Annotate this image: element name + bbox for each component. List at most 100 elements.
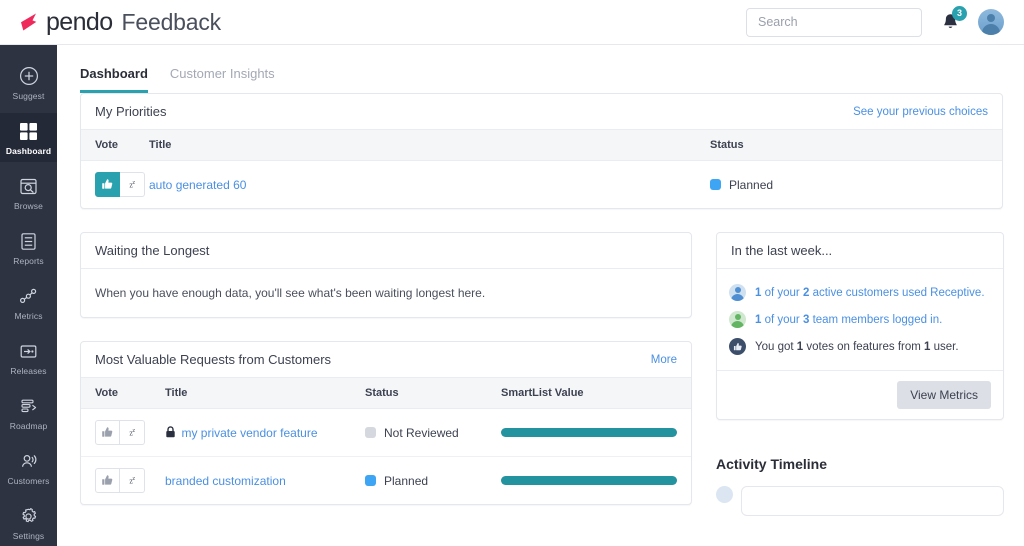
sidebar-label-customers: Customers <box>7 476 50 486</box>
smartlist-cell <box>501 408 691 457</box>
col-status: Status <box>710 130 1002 161</box>
search-input[interactable] <box>758 15 919 29</box>
sidebar-label-roadmap: Roadmap <box>9 421 48 431</box>
smartlist-bar <box>501 476 677 485</box>
tab-dashboard[interactable]: Dashboard <box>80 66 148 93</box>
plus-circle-icon <box>18 65 40 87</box>
sidebar-label-reports: Reports <box>13 256 44 266</box>
tab-bar: Dashboard Customer Insights <box>57 45 1024 93</box>
list-item[interactable]: 1 of your 3 team members logged in. <box>729 306 991 333</box>
sidebar-item-browse[interactable]: Browse <box>0 168 57 217</box>
lock-icon <box>166 425 175 437</box>
snooze-button[interactable]: zz <box>120 468 145 493</box>
sidebar-label-suggest: Suggest <box>12 91 45 101</box>
tab-customer-insights[interactable]: Customer Insights <box>170 66 275 93</box>
sidebar-item-releases[interactable]: Releases <box>0 333 57 382</box>
see-previous-choices-link[interactable]: See your previous choices <box>853 106 988 118</box>
sidebar-item-reports[interactable]: Reports <box>0 223 57 272</box>
snooze-button[interactable]: zz <box>120 420 145 445</box>
sidebar-item-settings[interactable]: Settings <box>0 498 57 546</box>
report-list-icon <box>18 230 40 252</box>
snooze-icon: zz <box>129 475 135 486</box>
thumbs-up-icon <box>102 427 113 437</box>
timeline-card[interactable] <box>741 486 1004 516</box>
list-item[interactable]: 1 of your 2 active customers used Recept… <box>729 279 991 306</box>
thumbs-up-icon <box>102 179 113 189</box>
status-dot <box>710 179 721 190</box>
sidebar-item-customers[interactable]: Customers <box>0 443 57 492</box>
metrics-graph-icon <box>18 285 40 307</box>
thumbs-up-circle-icon <box>729 338 746 355</box>
request-title-link[interactable]: auto generated 60 <box>149 178 246 192</box>
smartlist-bar <box>501 428 677 437</box>
product-name: Feedback <box>121 8 222 35</box>
user-avatar-icon <box>978 9 1004 35</box>
main-content: Dashboard Customer Insights My Prioritie… <box>57 45 1024 546</box>
sidebar-item-roadmap[interactable]: Roadmap <box>0 388 57 437</box>
waiting-longest-empty-message: When you have enough data, you'll see wh… <box>95 286 486 300</box>
most-valuable-card: Most Valuable Requests from Customers Mo… <box>80 341 692 505</box>
waiting-longest-card: Waiting the Longest When you have enough… <box>80 232 692 318</box>
view-metrics-button[interactable]: View Metrics <box>897 381 991 409</box>
last-week-footer: View Metrics <box>717 370 1003 419</box>
request-title-link[interactable]: branded customization <box>165 474 286 488</box>
status-label: Planned <box>729 177 774 192</box>
thumbs-up-icon <box>102 475 113 485</box>
waiting-longest-header: Waiting the Longest <box>81 233 691 269</box>
sidebar-label-releases: Releases <box>10 366 47 376</box>
grid-icon <box>18 120 40 142</box>
last-week-text-2: You got 1 votes on features from 1 user. <box>755 340 959 353</box>
col-title: Title <box>149 130 710 161</box>
content-area: My Priorities See your previous choices … <box>57 93 1024 516</box>
vote-cell: zz <box>81 408 165 457</box>
sidebar-item-dashboard[interactable]: Dashboard <box>0 113 57 162</box>
most-valuable-title: Most Valuable Requests from Customers <box>95 352 332 367</box>
my-priorities-card: My Priorities See your previous choices … <box>80 93 1003 209</box>
sidebar-label-dashboard: Dashboard <box>5 146 52 156</box>
col-vote: Vote <box>81 130 149 161</box>
sidebar: Suggest Dashboard Browse Reports Metrics… <box>0 45 57 546</box>
activity-timeline-title: Activity Timeline <box>716 456 828 472</box>
brand[interactable]: pendo Feedback <box>21 7 222 36</box>
status-label: Not Reviewed <box>384 425 459 440</box>
col-vote: Vote <box>81 378 165 409</box>
sidebar-item-suggest[interactable]: Suggest <box>0 58 57 107</box>
snooze-button[interactable]: zz <box>120 172 145 197</box>
top-bar: pendo Feedback 3 <box>0 0 1024 45</box>
lower-region: Waiting the Longest When you have enough… <box>80 232 1004 516</box>
search-box[interactable] <box>746 7 922 37</box>
vote-cell: zz <box>81 161 149 209</box>
status-cell: Planned <box>365 457 501 505</box>
waiting-longest-title: Waiting the Longest <box>95 243 210 258</box>
title-cell: my private vendor feature <box>165 408 365 457</box>
customers-icon <box>18 450 40 472</box>
list-item: You got 1 votes on features from 1 user. <box>729 333 991 360</box>
thumbs-up-button[interactable] <box>95 420 120 445</box>
my-priorities-header: My Priorities See your previous choices <box>81 94 1002 130</box>
request-title-link[interactable]: my private vendor feature <box>181 426 317 440</box>
notifications-button[interactable]: 3 <box>939 6 967 35</box>
snooze-icon: zz <box>129 427 135 438</box>
status-dot <box>365 427 376 438</box>
thumbs-up-button[interactable] <box>95 468 120 493</box>
brand-name: pendo <box>46 7 113 36</box>
most-valuable-header: Most Valuable Requests from Customers Mo… <box>81 342 691 378</box>
roadmap-icon <box>18 395 40 417</box>
timeline-avatar-icon <box>716 486 733 503</box>
vote-group: zz <box>95 172 145 197</box>
sidebar-label-settings: Settings <box>12 531 45 541</box>
user-avatar[interactable] <box>978 9 1004 35</box>
feedback-dashboard-app: pendo Feedback 3 <box>0 0 1024 546</box>
snooze-icon: zz <box>129 179 135 190</box>
activity-timeline-section: Activity Timeline <box>716 456 1004 516</box>
pendo-logo-icon <box>21 13 37 31</box>
more-link[interactable]: More <box>651 354 677 366</box>
blue-user-avatar-icon <box>729 284 746 301</box>
thumbs-up-button[interactable] <box>95 172 120 197</box>
last-week-title: In the last week... <box>731 243 833 258</box>
sidebar-label-browse: Browse <box>14 201 43 211</box>
sidebar-item-metrics[interactable]: Metrics <box>0 278 57 327</box>
col-status: Status <box>365 378 501 409</box>
status-label: Planned <box>384 473 429 488</box>
most-valuable-table: Vote Title Status SmartList Value zz my … <box>81 378 691 504</box>
